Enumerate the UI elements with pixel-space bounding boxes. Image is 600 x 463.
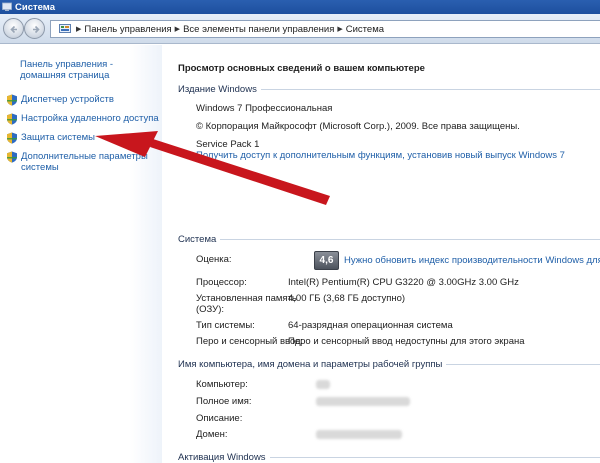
sidebar-item-remote-settings[interactable]: Настройка удаленного доступа — [6, 113, 161, 125]
window-titlebar: Система — [0, 0, 600, 14]
domain-label: Домен: — [196, 429, 228, 440]
address-bar[interactable]: ▶ Панель управления ▶ Все элементы панел… — [50, 20, 600, 38]
forward-arrow-icon — [33, 25, 40, 34]
ram-value: 4,00 ГБ (3,68 ГБ доступно) — [288, 293, 406, 304]
ram-label: Установленная память — [196, 293, 297, 304]
sidebar-item-label: Диспетчер устройств — [21, 94, 114, 105]
rating-label: Оценка: — [196, 254, 232, 265]
main-content: Просмотр основных сведений о вашем компь… — [162, 45, 600, 463]
back-button[interactable] — [3, 18, 24, 39]
breadcrumb-separator[interactable]: ▶ — [76, 25, 81, 33]
shield-icon — [7, 151, 17, 163]
navigation-bar: ▶ Панель управления ▶ Все элементы панел… — [0, 14, 600, 44]
breadcrumb-system[interactable]: Система — [346, 24, 384, 35]
edition-name: Windows 7 Профессиональная — [196, 103, 333, 114]
page-title: Просмотр основных сведений о вашем компь… — [178, 63, 425, 74]
breadcrumb-separator[interactable]: ▶ — [175, 25, 180, 33]
copyright-text: © Корпорация Майкрософт (Microsoft Corp.… — [196, 121, 520, 132]
control-panel-home-link[interactable]: Панель управления - домашняя страница — [20, 59, 160, 81]
breadcrumb-separator[interactable]: ▶ — [337, 25, 342, 33]
fullname-label: Полное имя: — [196, 396, 252, 407]
upgrade-windows-link[interactable]: Получить доступ к дополнительным функция… — [196, 150, 565, 161]
redacted-full-name — [316, 397, 410, 406]
redacted-computer-name — [316, 380, 330, 389]
description-label: Описание: — [196, 413, 243, 424]
performance-score-badge[interactable]: 4,6 — [314, 251, 339, 270]
sidebar-item-system-protection[interactable]: Защита системы — [6, 132, 161, 144]
section-title-system: Система — [178, 234, 600, 245]
redacted-domain — [316, 430, 402, 439]
breadcrumb-all-items[interactable]: Все элементы панели управления — [183, 24, 334, 35]
update-rating-link[interactable]: Нужно обновить индекс производительности… — [344, 255, 600, 266]
section-divider — [260, 89, 600, 90]
back-arrow-icon — [10, 25, 17, 34]
section-title-edition: Издание Windows — [178, 84, 600, 95]
sidebar-item-label: Дополнительные параметры системы — [21, 151, 148, 173]
section-title-text: Издание Windows — [178, 84, 257, 95]
system-window-icon — [2, 2, 12, 11]
window-title: Система — [15, 1, 55, 13]
service-pack: Service Pack 1 — [196, 139, 260, 150]
ram-label-cont: (ОЗУ): — [196, 304, 225, 315]
control-panel-icon — [59, 23, 71, 33]
sidebar-item-label: Защита системы — [21, 132, 96, 143]
section-title-text: Имя компьютера, имя домена и параметры р… — [178, 359, 443, 370]
system-type-value: 64-разрядная операционная система — [288, 320, 453, 331]
section-title-text: Активация Windows — [178, 452, 266, 463]
sidebar-item-advanced-settings[interactable]: Дополнительные параметры системы — [6, 151, 151, 173]
shield-icon — [7, 132, 17, 144]
shield-icon — [7, 113, 17, 125]
cpu-value: Intel(R) Pentium(R) CPU G3220 @ 3.00GHz … — [288, 277, 519, 288]
sidebar-item-label: Настройка удаленного доступа — [21, 113, 159, 124]
system-type-label: Тип системы: — [196, 320, 255, 331]
section-title-text: Система — [178, 234, 217, 245]
section-divider — [220, 239, 600, 240]
section-divider — [446, 364, 600, 365]
computer-label: Компьютер: — [196, 379, 248, 390]
task-sidebar: Панель управления - домашняя страница Ди… — [0, 45, 162, 463]
breadcrumb-control-panel[interactable]: Панель управления — [84, 24, 171, 35]
sidebar-item-device-manager[interactable]: Диспетчер устройств — [6, 94, 161, 106]
shield-icon — [7, 94, 17, 106]
section-title-activation: Активация Windows — [178, 452, 600, 463]
pen-touch-value: Перо и сенсорный ввод недоступны для это… — [288, 336, 525, 347]
section-divider — [269, 457, 600, 458]
forward-button[interactable] — [24, 18, 45, 39]
section-title-computer-name: Имя компьютера, имя домена и параметры р… — [178, 359, 600, 370]
cpu-label: Процессор: — [196, 277, 247, 288]
